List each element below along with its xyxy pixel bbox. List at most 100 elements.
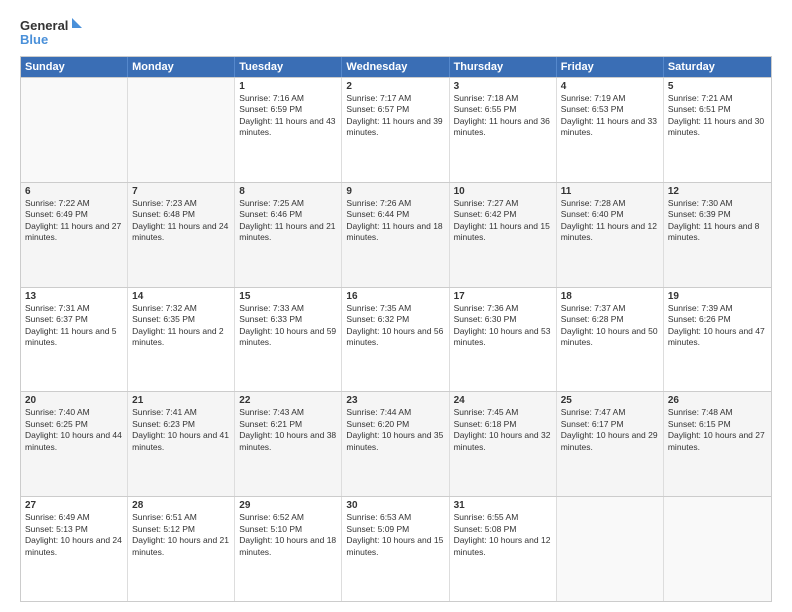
day-detail: Sunrise: 6:49 AMSunset: 5:13 PMDaylight:…: [25, 512, 123, 558]
calendar-cell-21: 21Sunrise: 7:41 AMSunset: 6:23 PMDayligh…: [128, 392, 235, 496]
calendar-cell-2: 2Sunrise: 7:17 AMSunset: 6:57 PMDaylight…: [342, 78, 449, 182]
calendar-header: SundayMondayTuesdayWednesdayThursdayFrid…: [21, 57, 771, 77]
logo: GeneralBlue: [20, 16, 90, 48]
day-detail: Sunrise: 7:35 AMSunset: 6:32 PMDaylight:…: [346, 303, 444, 349]
calendar-row-4: 27Sunrise: 6:49 AMSunset: 5:13 PMDayligh…: [21, 496, 771, 601]
calendar-cell-8: 8Sunrise: 7:25 AMSunset: 6:46 PMDaylight…: [235, 183, 342, 287]
day-detail: Sunrise: 7:48 AMSunset: 6:15 PMDaylight:…: [668, 407, 767, 453]
day-detail: Sunrise: 7:17 AMSunset: 6:57 PMDaylight:…: [346, 93, 444, 139]
calendar-cell-18: 18Sunrise: 7:37 AMSunset: 6:28 PMDayligh…: [557, 288, 664, 392]
day-number: 26: [668, 395, 767, 406]
day-detail: Sunrise: 6:51 AMSunset: 5:12 PMDaylight:…: [132, 512, 230, 558]
calendar-cell-25: 25Sunrise: 7:47 AMSunset: 6:17 PMDayligh…: [557, 392, 664, 496]
calendar-cell-27: 27Sunrise: 6:49 AMSunset: 5:13 PMDayligh…: [21, 497, 128, 601]
calendar-row-2: 13Sunrise: 7:31 AMSunset: 6:37 PMDayligh…: [21, 287, 771, 392]
calendar-cell-26: 26Sunrise: 7:48 AMSunset: 6:15 PMDayligh…: [664, 392, 771, 496]
day-number: 29: [239, 500, 337, 511]
day-number: 4: [561, 81, 659, 92]
day-number: 5: [668, 81, 767, 92]
calendar-cell-6: 6Sunrise: 7:22 AMSunset: 6:49 PMDaylight…: [21, 183, 128, 287]
calendar-row-1: 6Sunrise: 7:22 AMSunset: 6:49 PMDaylight…: [21, 182, 771, 287]
day-detail: Sunrise: 6:55 AMSunset: 5:08 PMDaylight:…: [454, 512, 552, 558]
calendar-cell-11: 11Sunrise: 7:28 AMSunset: 6:40 PMDayligh…: [557, 183, 664, 287]
day-detail: Sunrise: 7:30 AMSunset: 6:39 PMDaylight:…: [668, 198, 767, 244]
day-detail: Sunrise: 7:16 AMSunset: 6:59 PMDaylight:…: [239, 93, 337, 139]
calendar-cell-16: 16Sunrise: 7:35 AMSunset: 6:32 PMDayligh…: [342, 288, 449, 392]
header-cell-wednesday: Wednesday: [342, 57, 449, 77]
day-detail: Sunrise: 6:52 AMSunset: 5:10 PMDaylight:…: [239, 512, 337, 558]
calendar-cell-29: 29Sunrise: 6:52 AMSunset: 5:10 PMDayligh…: [235, 497, 342, 601]
day-number: 6: [25, 186, 123, 197]
day-detail: Sunrise: 7:43 AMSunset: 6:21 PMDaylight:…: [239, 407, 337, 453]
day-detail: Sunrise: 7:36 AMSunset: 6:30 PMDaylight:…: [454, 303, 552, 349]
day-detail: Sunrise: 7:26 AMSunset: 6:44 PMDaylight:…: [346, 198, 444, 244]
calendar-cell-23: 23Sunrise: 7:44 AMSunset: 6:20 PMDayligh…: [342, 392, 449, 496]
calendar-cell-3: 3Sunrise: 7:18 AMSunset: 6:55 PMDaylight…: [450, 78, 557, 182]
day-number: 18: [561, 291, 659, 302]
calendar-row-0: 1Sunrise: 7:16 AMSunset: 6:59 PMDaylight…: [21, 77, 771, 182]
day-number: 3: [454, 81, 552, 92]
calendar-cell-13: 13Sunrise: 7:31 AMSunset: 6:37 PMDayligh…: [21, 288, 128, 392]
day-number: 7: [132, 186, 230, 197]
day-detail: Sunrise: 7:23 AMSunset: 6:48 PMDaylight:…: [132, 198, 230, 244]
day-detail: Sunrise: 7:18 AMSunset: 6:55 PMDaylight:…: [454, 93, 552, 139]
day-number: 2: [346, 81, 444, 92]
day-number: 15: [239, 291, 337, 302]
header-cell-monday: Monday: [128, 57, 235, 77]
calendar-cell-28: 28Sunrise: 6:51 AMSunset: 5:12 PMDayligh…: [128, 497, 235, 601]
day-number: 28: [132, 500, 230, 511]
day-number: 11: [561, 186, 659, 197]
calendar-body: 1Sunrise: 7:16 AMSunset: 6:59 PMDaylight…: [21, 77, 771, 601]
calendar-cell-19: 19Sunrise: 7:39 AMSunset: 6:26 PMDayligh…: [664, 288, 771, 392]
day-number: 17: [454, 291, 552, 302]
day-number: 14: [132, 291, 230, 302]
day-number: 12: [668, 186, 767, 197]
day-detail: Sunrise: 7:45 AMSunset: 6:18 PMDaylight:…: [454, 407, 552, 453]
day-number: 30: [346, 500, 444, 511]
day-detail: Sunrise: 7:39 AMSunset: 6:26 PMDaylight:…: [668, 303, 767, 349]
calendar-cell-5: 5Sunrise: 7:21 AMSunset: 6:51 PMDaylight…: [664, 78, 771, 182]
calendar-cell-20: 20Sunrise: 7:40 AMSunset: 6:25 PMDayligh…: [21, 392, 128, 496]
header-cell-tuesday: Tuesday: [235, 57, 342, 77]
page: GeneralBlue SundayMondayTuesdayWednesday…: [0, 0, 792, 612]
day-number: 25: [561, 395, 659, 406]
calendar-cell-7: 7Sunrise: 7:23 AMSunset: 6:48 PMDaylight…: [128, 183, 235, 287]
day-detail: Sunrise: 7:28 AMSunset: 6:40 PMDaylight:…: [561, 198, 659, 244]
day-detail: Sunrise: 7:31 AMSunset: 6:37 PMDaylight:…: [25, 303, 123, 349]
day-detail: Sunrise: 7:19 AMSunset: 6:53 PMDaylight:…: [561, 93, 659, 139]
day-detail: Sunrise: 7:21 AMSunset: 6:51 PMDaylight:…: [668, 93, 767, 139]
calendar-cell-1: 1Sunrise: 7:16 AMSunset: 6:59 PMDaylight…: [235, 78, 342, 182]
day-number: 20: [25, 395, 123, 406]
day-number: 19: [668, 291, 767, 302]
calendar-cell-22: 22Sunrise: 7:43 AMSunset: 6:21 PMDayligh…: [235, 392, 342, 496]
calendar-cell-empty: [128, 78, 235, 182]
day-detail: Sunrise: 7:47 AMSunset: 6:17 PMDaylight:…: [561, 407, 659, 453]
day-detail: Sunrise: 7:44 AMSunset: 6:20 PMDaylight:…: [346, 407, 444, 453]
day-detail: Sunrise: 7:25 AMSunset: 6:46 PMDaylight:…: [239, 198, 337, 244]
day-detail: Sunrise: 7:41 AMSunset: 6:23 PMDaylight:…: [132, 407, 230, 453]
day-detail: Sunrise: 7:33 AMSunset: 6:33 PMDaylight:…: [239, 303, 337, 349]
svg-text:General: General: [20, 18, 68, 33]
day-number: 23: [346, 395, 444, 406]
calendar-cell-12: 12Sunrise: 7:30 AMSunset: 6:39 PMDayligh…: [664, 183, 771, 287]
day-detail: Sunrise: 7:27 AMSunset: 6:42 PMDaylight:…: [454, 198, 552, 244]
calendar-cell-10: 10Sunrise: 7:27 AMSunset: 6:42 PMDayligh…: [450, 183, 557, 287]
header-cell-sunday: Sunday: [21, 57, 128, 77]
logo-svg: GeneralBlue: [20, 16, 90, 48]
header-cell-friday: Friday: [557, 57, 664, 77]
day-number: 24: [454, 395, 552, 406]
day-detail: Sunrise: 7:40 AMSunset: 6:25 PMDaylight:…: [25, 407, 123, 453]
header-cell-thursday: Thursday: [450, 57, 557, 77]
svg-text:Blue: Blue: [20, 32, 48, 47]
calendar-cell-14: 14Sunrise: 7:32 AMSunset: 6:35 PMDayligh…: [128, 288, 235, 392]
day-number: 31: [454, 500, 552, 511]
day-number: 22: [239, 395, 337, 406]
calendar-cell-empty: [664, 497, 771, 601]
calendar-row-3: 20Sunrise: 7:40 AMSunset: 6:25 PMDayligh…: [21, 391, 771, 496]
header: GeneralBlue: [20, 16, 772, 48]
calendar-cell-24: 24Sunrise: 7:45 AMSunset: 6:18 PMDayligh…: [450, 392, 557, 496]
day-number: 16: [346, 291, 444, 302]
day-detail: Sunrise: 7:22 AMSunset: 6:49 PMDaylight:…: [25, 198, 123, 244]
day-number: 21: [132, 395, 230, 406]
day-number: 8: [239, 186, 337, 197]
